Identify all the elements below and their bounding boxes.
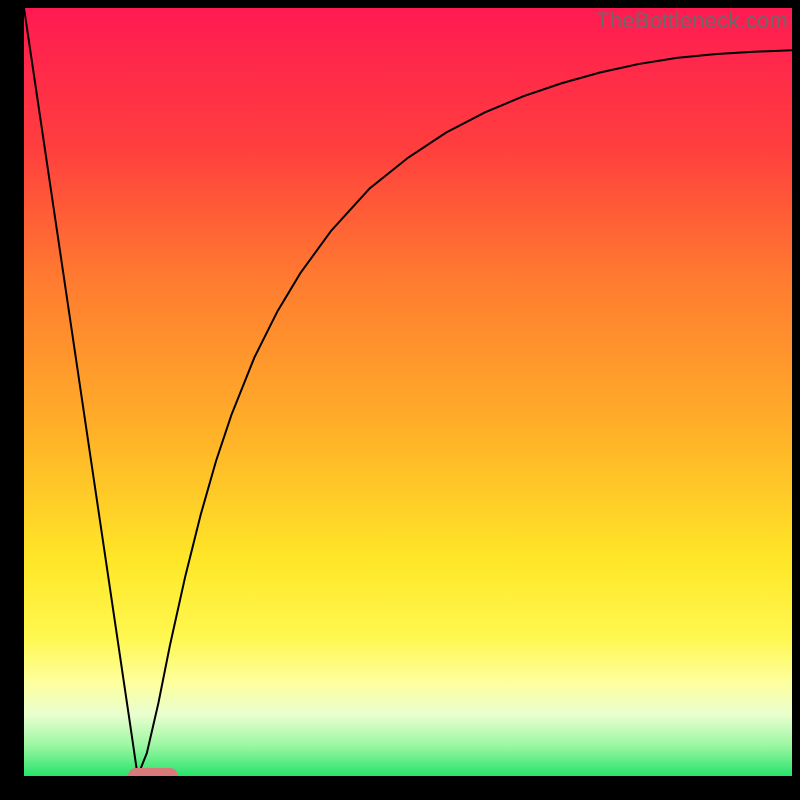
curve-layer [24,8,792,776]
optimal-range-marker [128,768,177,776]
plot-area [24,8,792,776]
chart-frame: TheBottleneck.com [0,0,800,800]
bottleneck-curve [24,8,792,776]
watermark: TheBottleneck.com [596,8,788,34]
